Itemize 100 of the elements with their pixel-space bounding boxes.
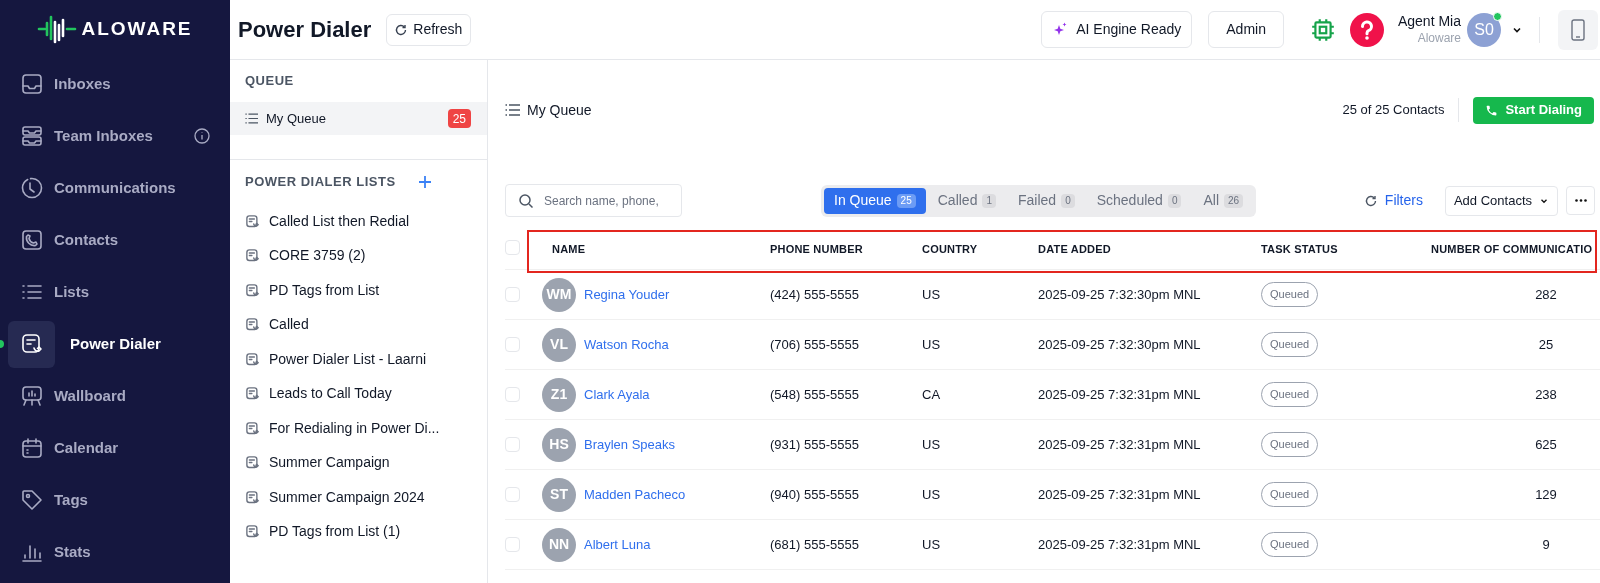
phone-icon [1485,103,1499,117]
checkbox[interactable] [505,487,520,502]
contact-avatar: NN [542,527,576,562]
count-badge: 25 [896,193,916,208]
chip-icon[interactable] [1309,16,1336,43]
dialer-list-icon [245,386,260,402]
sidebar-item[interactable]: Contacts [0,214,230,266]
inbox-icon [20,72,44,96]
contacts-count: 25 of 25 Contacts [1342,101,1445,120]
dialer-list-item[interactable]: PD Tags from List (1) [230,514,487,549]
phone-button[interactable] [1558,9,1598,50]
contact-name-link[interactable]: Regina Youder [584,284,670,305]
sidebar-item[interactable]: Stats [0,526,230,578]
sidebar-item[interactable]: Calendar [0,422,230,474]
ai-status-button[interactable]: AI Engine Ready [1041,11,1193,48]
communications-count: 9 [1542,536,1550,552]
dialer-list-icon [245,489,260,505]
checkbox[interactable] [505,240,520,255]
phone-number: (548) 555-5555 [770,386,859,402]
dialer-list-item[interactable]: Summer Campaign [230,445,487,480]
contact-name-link[interactable]: Clark Ayala [584,384,650,405]
sidebar-item[interactable]: Lists [0,266,230,318]
sidebar-item[interactable]: Team Inboxes [0,110,230,162]
column-header[interactable]: TASK STATUS [1261,242,1338,255]
role-button[interactable]: Admin [1208,11,1284,48]
refresh-button[interactable]: Refresh [386,13,472,46]
queue-item[interactable]: My Queue 25 [230,102,487,135]
checkbox[interactable] [505,537,520,552]
dialer-list-item[interactable]: Leads to Call Today [230,376,487,411]
column-header[interactable]: COUNTRY [922,242,978,255]
brand-name: ALOWARE [81,16,193,41]
easel-chart-icon [20,384,44,408]
communications-count: 282 [1535,286,1557,302]
dialer-list-icon [245,420,260,436]
dialer-list-item[interactable]: CORE 3759 (2) [230,238,487,273]
country-code: CA [922,386,941,402]
more-button[interactable] [1566,186,1595,215]
filters-link[interactable]: Filters [1384,190,1423,211]
dialer-list-icon [245,524,260,540]
list-icon [505,104,520,116]
plus-icon[interactable] [417,175,432,189]
contact-avatar: ST [542,477,576,512]
country-code: US [922,336,941,352]
phone-card-icon [20,228,44,252]
filter-tab[interactable]: Called 1 [927,187,1006,214]
column-header[interactable]: NUMBER OF COMMUNICATIO [1431,242,1593,255]
contact-avatar: WM [542,277,576,312]
dialer-list-item[interactable]: Called List then Redial [230,204,487,239]
contact-name-link[interactable]: Madden Pacheco [584,484,686,505]
search-field[interactable]: Search name, phone, [505,184,682,217]
dialer-list-icon [245,248,260,264]
checkbox[interactable] [505,287,520,302]
sidebar-item[interactable]: Wallboard [0,370,230,422]
filter-tab[interactable]: Scheduled 0 [1086,187,1192,214]
refresh-icon[interactable] [1364,194,1377,207]
checkbox[interactable] [505,387,520,402]
country-code: US [922,286,941,302]
filter-tab[interactable]: In Queue 25 [824,187,926,214]
date-added: 2025-09-25 7:32:30pm MNL [1038,286,1201,302]
communications-count: 625 [1535,436,1557,452]
filter-tab[interactable]: All 26 [1193,187,1254,214]
column-header[interactable]: PHONE NUMBER [770,242,863,255]
dialer-list-icon [19,332,44,356]
communications-count: 129 [1535,486,1557,502]
sidebar-item[interactable]: Communications [0,162,230,214]
column-header[interactable]: NAME [552,242,586,255]
contact-name-link[interactable]: Braylen Speaks [584,434,676,455]
phone-number: (424) 555-5555 [770,286,859,302]
queue-title: My Queue [527,100,592,120]
filter-tab[interactable]: Failed 0 [1008,187,1085,214]
sidebar-item[interactable]: Inboxes [0,58,230,110]
mobile-phone-icon [1571,18,1585,41]
checkbox[interactable] [505,337,520,352]
help-icon[interactable] [1349,12,1384,47]
contact-avatar: VL [542,327,576,362]
checkbox[interactable] [505,437,520,452]
info-icon[interactable] [194,128,210,144]
sidebar-item[interactable]: Tags [0,474,230,526]
add-contacts-dropdown[interactable]: Add Contacts [1444,185,1558,216]
dialer-list-icon [245,351,260,367]
column-header[interactable]: DATE ADDED [1038,242,1111,255]
phone-number: (681) 555-5555 [770,536,859,552]
count-badge: 0 [1061,193,1075,208]
dialer-list-item[interactable]: For Redialing in Power Di... [230,411,487,446]
dialer-list-item[interactable]: Summer Campaign 2024 [230,480,487,515]
phone-number: (706) 555-5555 [770,336,859,352]
dialer-list-item[interactable]: Called [230,307,487,342]
dialer-list-item[interactable]: PD Tags from List [230,273,487,308]
contact-name-link[interactable]: Albert Luna [584,534,651,555]
date-added: 2025-09-25 7:32:31pm MNL [1038,486,1201,502]
contact-name-link[interactable]: Watson Rocha [584,334,669,355]
user-company: Aloware [1417,30,1461,46]
sidebar-item[interactable]: Power Dialer [0,318,230,370]
country-code: US [922,436,941,452]
dialer-list-icon [245,282,260,298]
section-heading: QUEUE [244,72,295,91]
calendar-icon [20,436,44,460]
dialer-list-item[interactable]: Power Dialer List - Laarni [230,342,487,377]
contact-avatar: HS [542,427,576,462]
communications-count: 25 [1538,336,1554,352]
